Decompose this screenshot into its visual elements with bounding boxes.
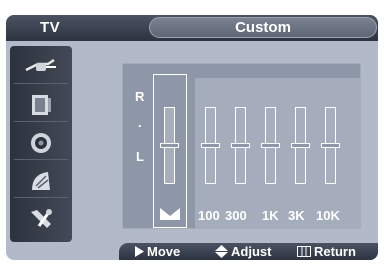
equalizer-bands-area [195, 78, 361, 229]
freq-label-1k: 1K [262, 208, 279, 223]
return-menu-icon [297, 246, 311, 257]
sidebar [10, 46, 72, 242]
osd-menu: TV Custom R . L 100 300 1K 3K 10K Move A… [6, 15, 378, 260]
footer-bar: Move Adjust Return [6, 243, 378, 260]
adjust-hint-label: Adjust [231, 244, 272, 259]
freq-label-300: 300 [225, 208, 247, 223]
return-hint-label: Return [314, 244, 356, 259]
move-hint-label: Move [147, 244, 181, 259]
eq-slider-10k-handle[interactable] [321, 142, 340, 148]
play-arrow-icon [135, 246, 144, 257]
return-hint: Return [297, 244, 356, 259]
eq-slider-3k-handle[interactable] [291, 142, 310, 148]
sidebar-item-channel[interactable] [14, 164, 68, 198]
adjust-hint: Adjust [215, 244, 271, 259]
balance-slider-handle[interactable] [160, 142, 179, 148]
menu-header: TV Custom [6, 15, 378, 41]
sidebar-item-setup[interactable] [14, 202, 68, 236]
eq-slider-300-handle[interactable] [231, 142, 250, 148]
balance-center-mark: . [138, 115, 142, 130]
footer-hints: Move Adjust Return [119, 243, 378, 260]
freq-label-100: 100 [198, 208, 220, 223]
balance-right-label: R [135, 89, 145, 104]
menu-title: Custom [149, 17, 377, 38]
eq-slider-1k-handle[interactable] [261, 142, 280, 148]
move-hint: Move [135, 244, 180, 259]
sidebar-item-picture[interactable] [14, 88, 68, 122]
balance-indicator-icon [160, 208, 180, 220]
freq-label-10k: 10K [316, 208, 340, 223]
speaker-icon [31, 132, 51, 153]
freq-label-3k: 3K [288, 208, 305, 223]
tools-icon [31, 209, 52, 228]
up-down-arrows-icon [215, 245, 228, 258]
antenna-plug-icon [25, 58, 56, 71]
sidebar-item-input[interactable] [14, 50, 68, 84]
eq-slider-100-handle[interactable] [201, 142, 220, 148]
menu-category-label: TV [40, 19, 61, 36]
sidebar-item-sound[interactable] [14, 126, 68, 160]
picture-icon [32, 94, 51, 115]
satellite-dish-icon [32, 171, 50, 190]
balance-left-label: L [136, 149, 144, 164]
